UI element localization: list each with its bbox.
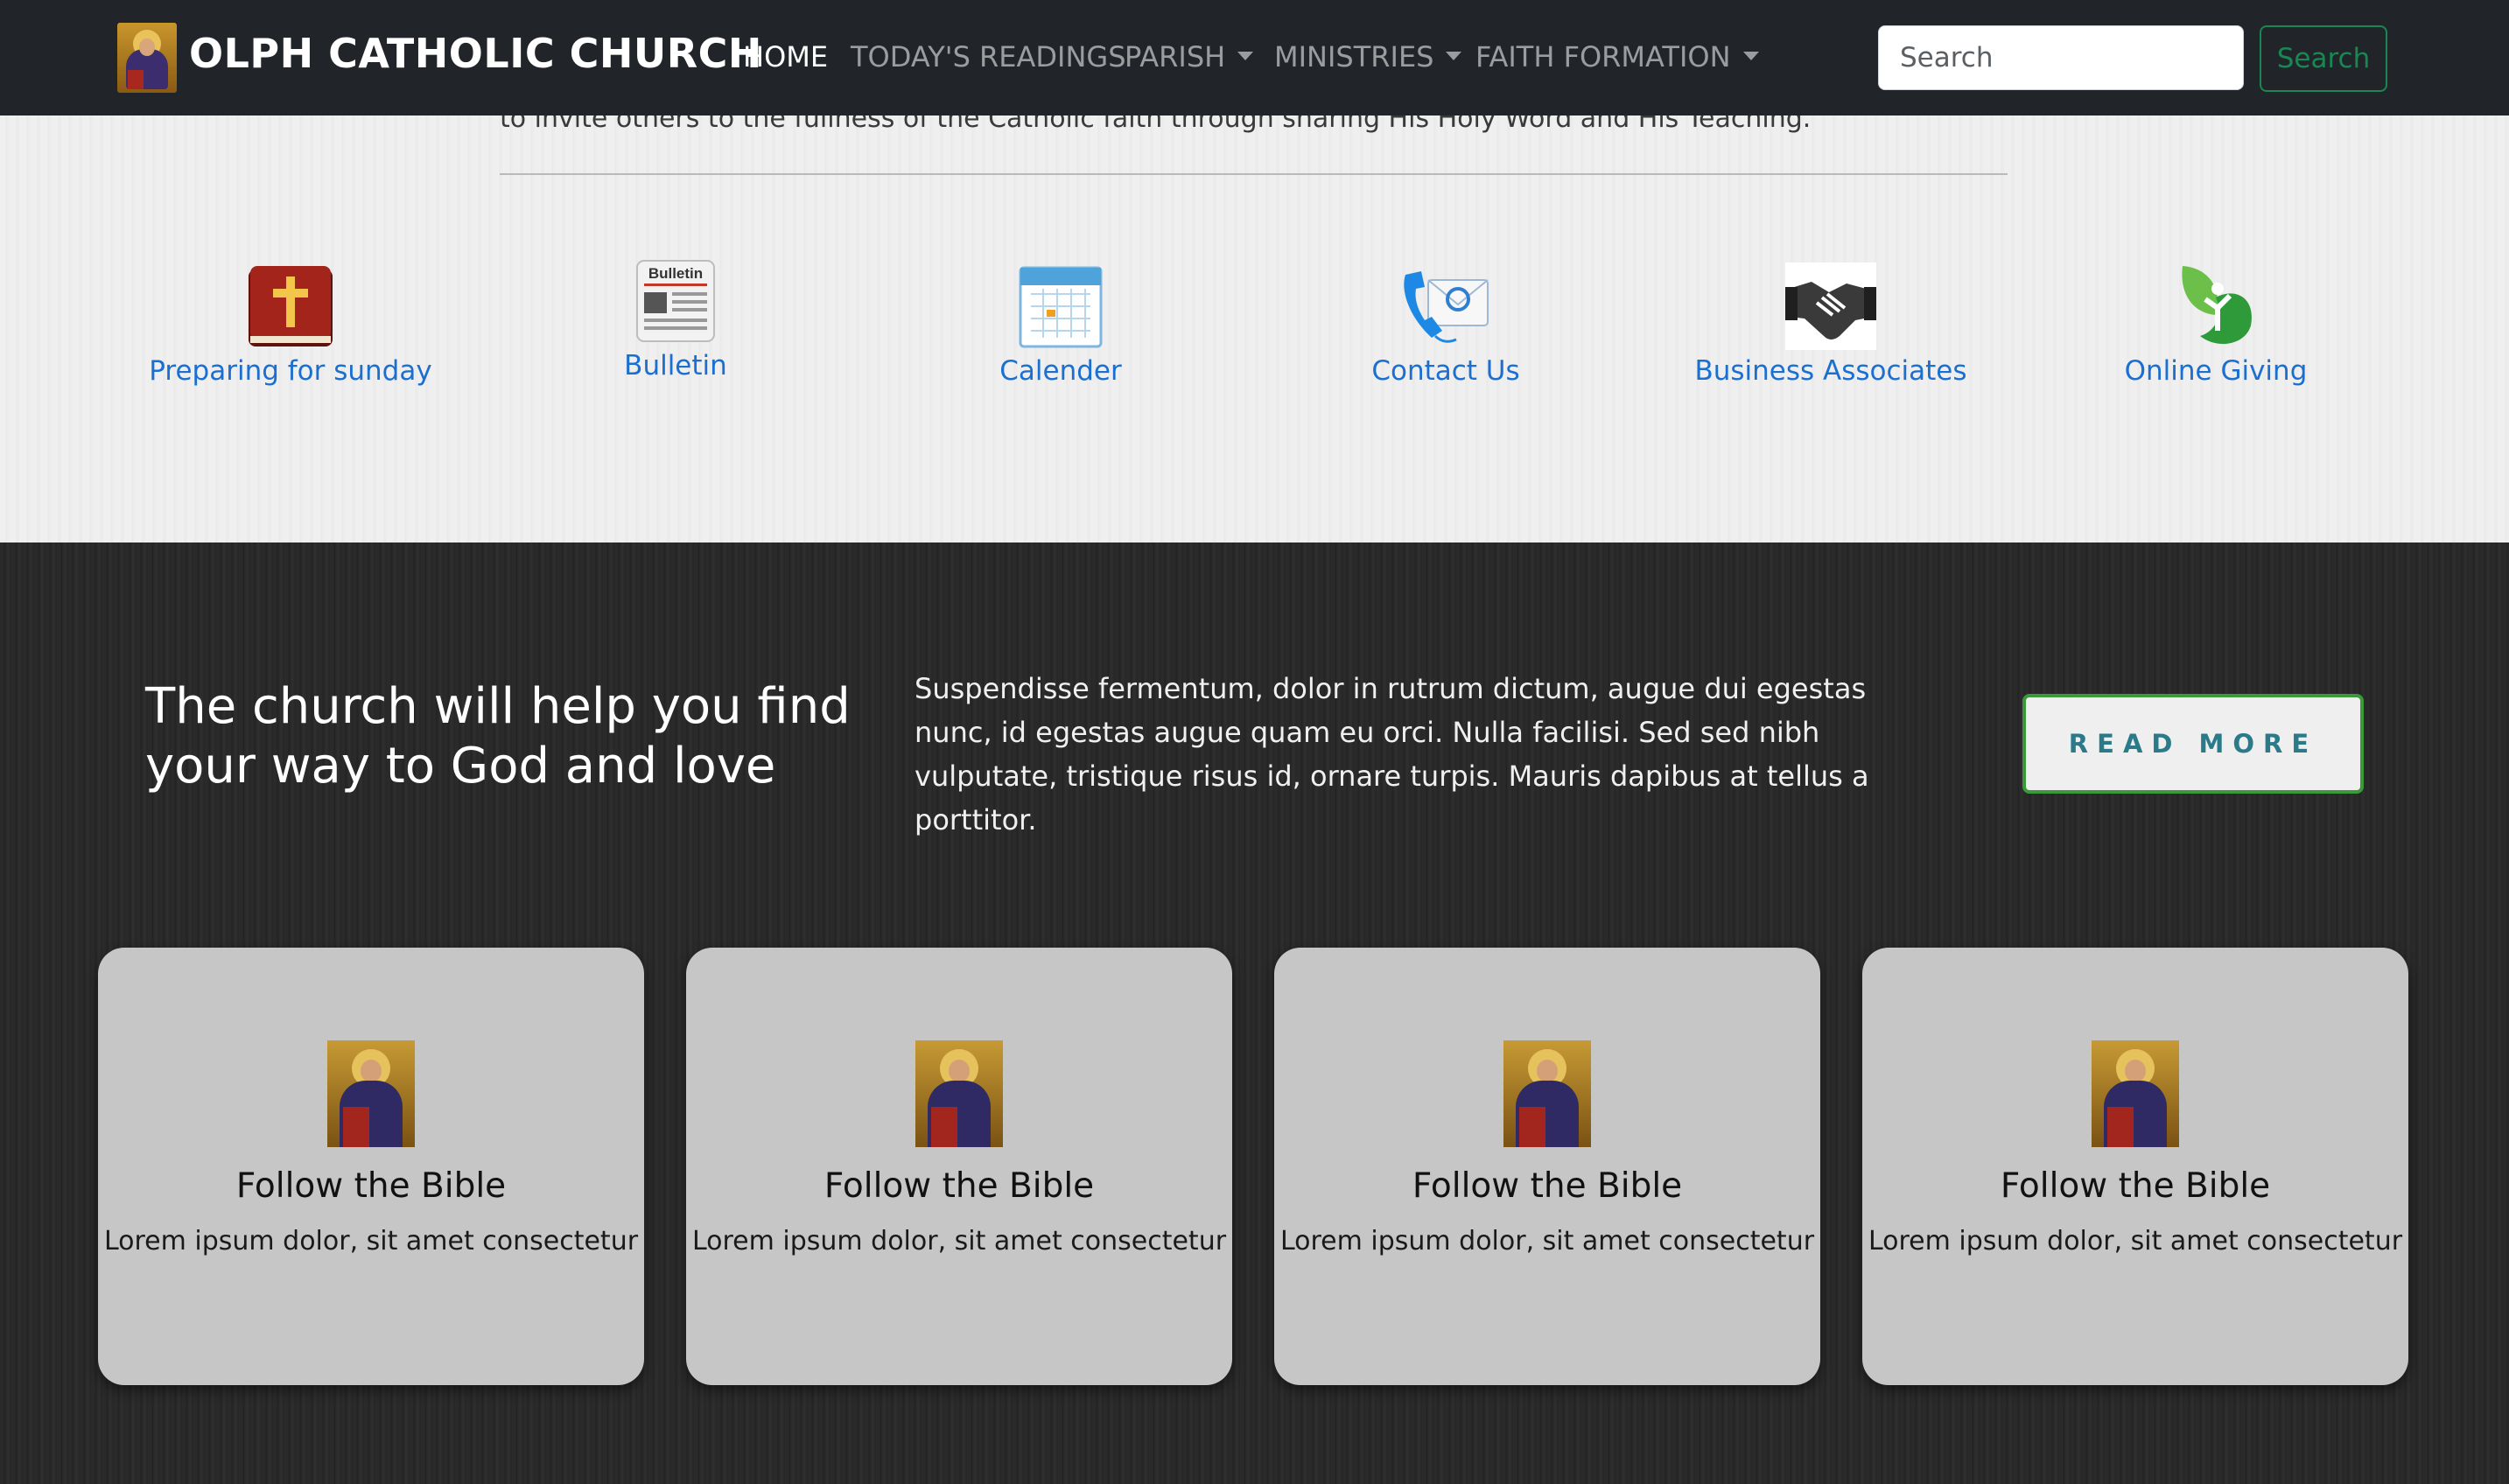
bulletin-icon: Bulletin bbox=[636, 260, 715, 342]
feature-card[interactable]: Follow the Bible Lorem ipsum dolor, sit … bbox=[98, 948, 644, 1385]
card-title: Follow the Bible bbox=[2000, 1166, 2271, 1206]
bulletin-icon-text: Bulletin bbox=[648, 265, 703, 282]
card-title: Follow the Bible bbox=[1412, 1166, 1683, 1206]
nav-todays-readings-label: TODAY'S READINGS bbox=[851, 40, 1126, 74]
quick-link-bulletin[interactable]: Bulletin Bulletin bbox=[518, 257, 833, 382]
quick-link-label: Business Associates bbox=[1694, 355, 1967, 387]
quick-links-section: to invite others to the fullness of the … bbox=[0, 103, 2509, 542]
handshake-icon bbox=[1785, 262, 1876, 350]
brand-name[interactable]: OLPH CATHOLIC CHURCH bbox=[189, 30, 762, 77]
giving-icon bbox=[2182, 266, 2252, 345]
icon-image bbox=[915, 1040, 1003, 1147]
quick-link-label: Bulletin bbox=[624, 350, 727, 382]
quick-link-contact-us[interactable]: Contact Us bbox=[1288, 262, 1603, 387]
card-text: Lorem ipsum dolor, sit amet consectetur bbox=[1279, 1226, 1815, 1256]
quick-link-label: Calender bbox=[999, 355, 1122, 387]
card-text: Lorem ipsum dolor, sit amet consectetur bbox=[1868, 1226, 2403, 1256]
quick-link-label: Preparing for sunday bbox=[149, 355, 432, 387]
hero-title: The church will help you find your way t… bbox=[145, 678, 851, 794]
feature-card[interactable]: Follow the Bible Lorem ipsum dolor, sit … bbox=[1862, 948, 2408, 1385]
nav-parish-label: PARISH bbox=[1125, 40, 1226, 74]
hero-text: Suspendisse fermentum, dolor in rutrum d… bbox=[915, 672, 1869, 836]
card-title: Follow the Bible bbox=[235, 1166, 507, 1206]
quick-link-label: Online Giving bbox=[2124, 355, 2308, 387]
nav-ministries-dropdown[interactable]: MINISTRIES bbox=[1274, 40, 1462, 74]
quick-link-online-giving[interactable]: Online Giving bbox=[2058, 262, 2373, 387]
nav-parish-dropdown[interactable]: PARISH bbox=[1125, 40, 1254, 74]
quick-link-preparing-for-sunday[interactable]: Preparing for sunday bbox=[133, 262, 448, 387]
caret-down-icon bbox=[1742, 52, 1759, 60]
hero-section: The church will help you find your way t… bbox=[0, 542, 2509, 1484]
nav-ministries-label: MINISTRIES bbox=[1274, 40, 1434, 74]
quick-link-business-associates[interactable]: Business Associates bbox=[1673, 262, 1988, 387]
nav-home-label: HOME bbox=[743, 40, 829, 74]
quick-link-calendar[interactable]: Calender bbox=[903, 262, 1218, 387]
calendar-icon bbox=[1019, 266, 1103, 348]
caret-down-icon bbox=[1237, 52, 1254, 60]
quick-link-label: Contact Us bbox=[1371, 355, 1520, 387]
contact-icon bbox=[1404, 271, 1489, 343]
read-more-button[interactable]: READ MORE bbox=[2022, 694, 2364, 794]
navbar: OLPH CATHOLIC CHURCH HOME TODAY'S READIN… bbox=[0, 0, 2509, 116]
nav-todays-readings[interactable]: TODAY'S READINGS bbox=[851, 40, 1126, 74]
nav-faith-formation-label: FAITH FORMATION bbox=[1475, 40, 1731, 74]
nav-faith-formation-dropdown[interactable]: FAITH FORMATION bbox=[1475, 40, 1759, 74]
icon-image bbox=[2092, 1040, 2179, 1147]
feature-card[interactable]: Follow the Bible Lorem ipsum dolor, sit … bbox=[686, 948, 1232, 1385]
bible-icon bbox=[249, 266, 333, 346]
divider bbox=[500, 173, 2008, 175]
icon-image bbox=[327, 1040, 415, 1147]
feature-card[interactable]: Follow the Bible Lorem ipsum dolor, sit … bbox=[1274, 948, 1820, 1385]
caret-down-icon bbox=[1446, 52, 1462, 60]
card-text: Lorem ipsum dolor, sit amet consectetur bbox=[103, 1226, 639, 1256]
card-title: Follow the Bible bbox=[823, 1166, 1095, 1206]
icon-image bbox=[1503, 1040, 1591, 1147]
nav-home[interactable]: HOME bbox=[743, 40, 828, 74]
search-button[interactable]: Search bbox=[2260, 25, 2387, 92]
search-input[interactable] bbox=[1878, 25, 2244, 90]
church-logo-icon[interactable] bbox=[117, 23, 177, 93]
card-text: Lorem ipsum dolor, sit amet consectetur bbox=[691, 1226, 1227, 1256]
